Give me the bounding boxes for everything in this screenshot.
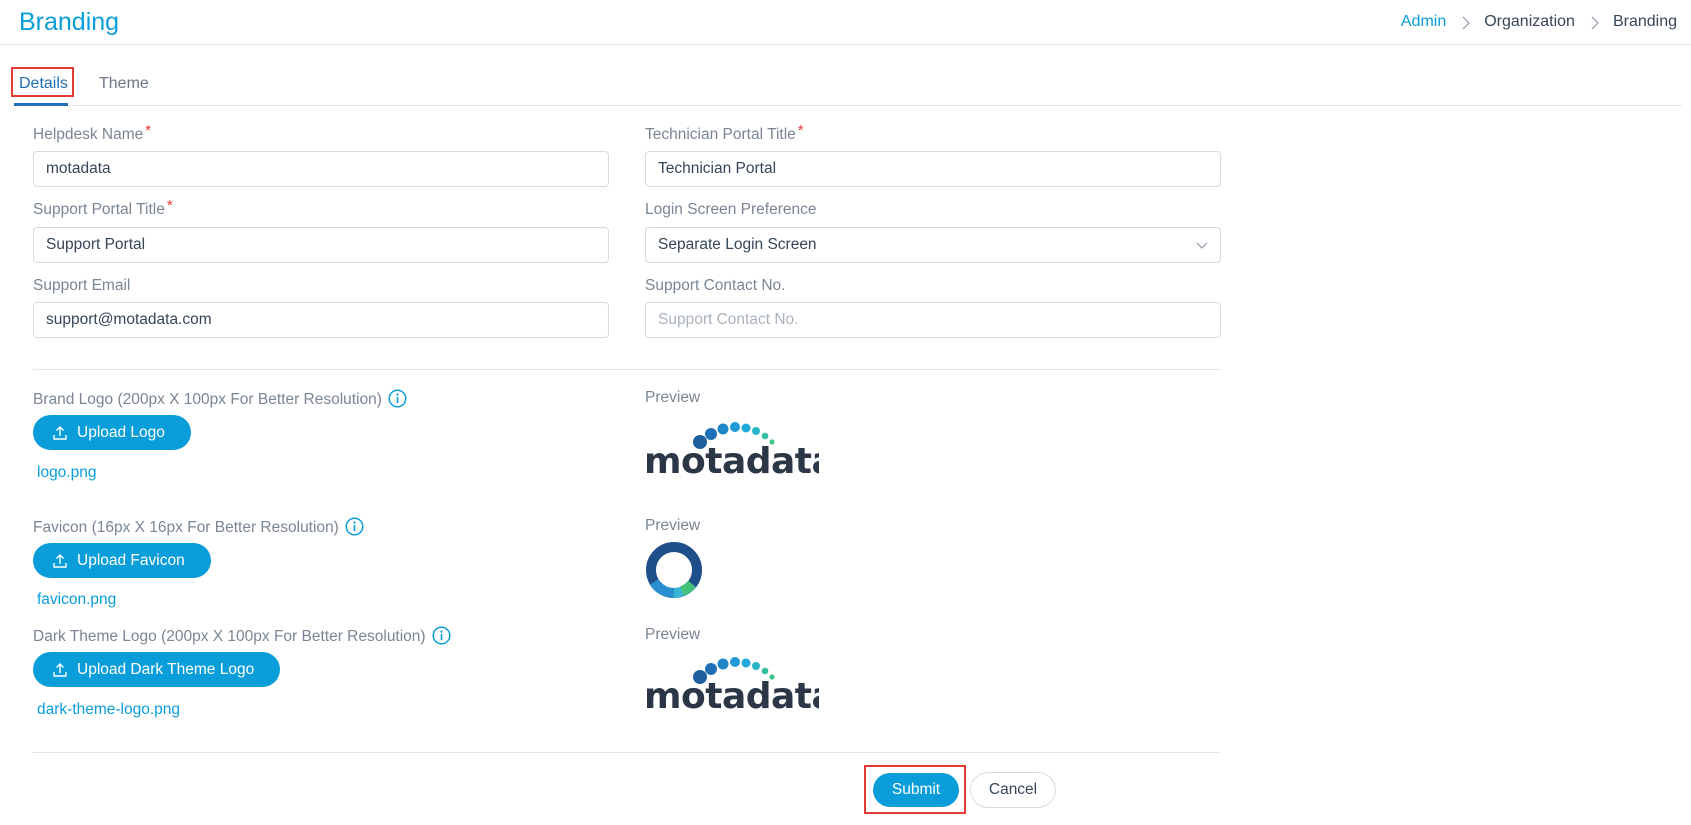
- helpdesk-name-input[interactable]: [33, 151, 609, 187]
- support-email-input[interactable]: [33, 302, 609, 338]
- favicon-preview-label: Preview: [645, 517, 701, 534]
- brand-logo-label: Brand Logo (200px X 100px For Better Res…: [33, 389, 407, 409]
- page-title: Branding: [19, 8, 120, 36]
- favicon-preview-image: [646, 542, 702, 598]
- breadcrumb-branding: Branding: [1612, 13, 1677, 30]
- upload-icon: [53, 553, 67, 568]
- upload-dark-theme-logo-label: Upload Dark Theme Logo: [77, 660, 255, 678]
- support-email-label: Support Email: [33, 277, 131, 294]
- upload-icon: [53, 425, 67, 440]
- motadata-logo: motadata: [644, 422, 819, 477]
- form-divider: [33, 369, 1221, 370]
- helpdesk-name-label: Helpdesk Name *: [33, 122, 152, 143]
- breadcrumb: Admin Organization Branding: [1401, 13, 1677, 31]
- upload-favicon-label: Upload Favicon: [77, 551, 185, 569]
- tab-bar: Details Theme: [14, 63, 1682, 106]
- breadcrumb-organization[interactable]: Organization: [1484, 13, 1575, 31]
- login-screen-preference-value: Separate Login Screen: [658, 236, 817, 253]
- technician-portal-title-label: Technician Portal Title *: [645, 122, 804, 143]
- svg-text:motadata: motadata: [644, 441, 819, 477]
- tab-details[interactable]: Details: [14, 63, 68, 106]
- info-icon[interactable]: [345, 517, 364, 536]
- submit-button[interactable]: Submit: [873, 773, 959, 807]
- chevron-down-icon: [1196, 242, 1208, 249]
- support-portal-title-label: Support Portal Title *: [33, 197, 173, 218]
- technician-portal-title-input[interactable]: [645, 151, 1221, 187]
- dark-theme-logo-preview-label: Preview: [645, 626, 701, 643]
- info-icon[interactable]: [388, 389, 407, 408]
- upload-logo-button[interactable]: Upload Logo: [33, 415, 191, 450]
- breadcrumb-admin[interactable]: Admin: [1401, 13, 1446, 31]
- info-icon[interactable]: [432, 626, 451, 645]
- motadata-dark-theme-logo: motadata: [644, 657, 819, 712]
- favicon-label: Favicon (16px X 16px For Better Resoluti…: [33, 517, 364, 537]
- dark-theme-logo-file-link[interactable]: dark-theme-logo.png: [37, 701, 180, 719]
- cancel-button[interactable]: Cancel: [970, 772, 1056, 808]
- upload-logo-label: Upload Logo: [77, 423, 165, 441]
- logo-file-link[interactable]: logo.png: [37, 464, 96, 482]
- support-portal-title-input[interactable]: [33, 227, 609, 263]
- chevron-right-icon: [1591, 16, 1599, 30]
- tab-theme[interactable]: Theme: [94, 63, 154, 106]
- svg-text:motadata: motadata: [644, 676, 819, 712]
- top-bar: Branding Admin Organization Branding: [0, 0, 1691, 45]
- actions-divider: [33, 752, 1221, 753]
- upload-favicon-button[interactable]: Upload Favicon: [33, 543, 211, 578]
- upload-icon: [53, 662, 67, 677]
- chevron-right-icon: [1462, 16, 1471, 30]
- support-contact-input[interactable]: [645, 302, 1221, 338]
- favicon-file-link[interactable]: favicon.png: [37, 591, 116, 609]
- upload-dark-theme-logo-button[interactable]: Upload Dark Theme Logo: [33, 652, 281, 687]
- login-screen-preference-label: Login Screen Preference: [645, 201, 817, 218]
- login-screen-preference-select[interactable]: Separate Login Screen: [645, 227, 1221, 263]
- dark-theme-logo-label: Dark Theme Logo (200px X 100px For Bette…: [33, 626, 451, 646]
- support-contact-label: Support Contact No.: [645, 277, 786, 294]
- brand-logo-preview-label: Preview: [645, 389, 701, 406]
